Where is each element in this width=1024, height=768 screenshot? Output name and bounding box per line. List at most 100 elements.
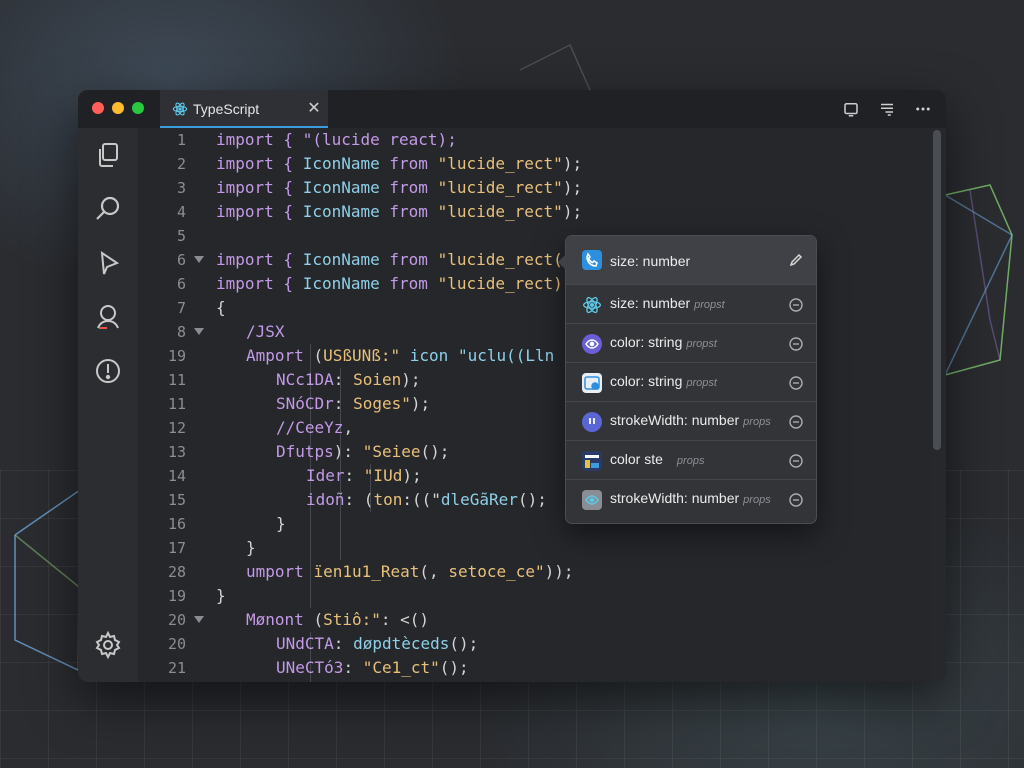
code-token: UNdCTA [276, 634, 334, 653]
code-text: UNdCTA: døpdtèceds(); [276, 632, 478, 656]
code-token: umport [246, 562, 314, 581]
editor-scrollbar[interactable] [933, 130, 941, 450]
code-token: Stiô:" [323, 610, 381, 629]
autocomplete-item[interactable]: color ste props [566, 440, 816, 479]
minimize-window-button[interactable] [112, 102, 124, 114]
code-token: ( [313, 346, 324, 365]
code-token: Mønont [246, 610, 314, 629]
files-icon[interactable] [93, 140, 123, 170]
code-line[interactable]: 19} [138, 584, 930, 608]
code-line[interactable]: 1 import { "(lucide react); [138, 128, 930, 152]
code-token: "Seiee [362, 442, 421, 461]
close-window-button[interactable] [92, 102, 104, 114]
fold-chevron-icon[interactable] [194, 616, 204, 623]
line-number: 20 [167, 635, 186, 653]
accounts-icon[interactable] [93, 302, 123, 332]
code-token: )); [544, 562, 574, 581]
line-number: 3 [176, 179, 186, 197]
code-text: /JSX [246, 320, 285, 344]
minus-circle-icon[interactable] [788, 453, 804, 469]
code-text: Dfutps): "Seiee(); [276, 440, 449, 464]
code-token: from [389, 154, 438, 173]
more-icon[interactable] [914, 100, 932, 118]
search-icon[interactable] [93, 194, 123, 224]
autocomplete-item[interactable]: strokeWidth: number props [566, 479, 816, 518]
line-number: 13 [167, 443, 186, 461]
line-number: 14 [167, 467, 186, 485]
code-text: SNóCDr: Soges"); [276, 392, 430, 416]
minus-circle-icon[interactable] [788, 297, 804, 313]
code-token: IconName [302, 274, 390, 293]
layout-icon[interactable] [878, 100, 896, 118]
settings-icon[interactable] [93, 630, 123, 660]
line-number: 1 [176, 131, 186, 149]
code-token: IconName [302, 250, 390, 269]
code-line[interactable]: 20 UNdCTA: døpdtèceds(); [138, 632, 930, 656]
line-number: 6 [176, 275, 186, 293]
code-token: ); [401, 370, 421, 389]
title-bar: TypeScript ✕ [78, 90, 946, 128]
code-token: IconName [302, 154, 390, 173]
line-number: 11 [167, 395, 186, 413]
code-line[interactable]: 20 Mønont (Stiô:": <() [138, 608, 930, 632]
run-debug-icon[interactable] [93, 248, 123, 278]
code-token: dleGãRer [440, 490, 518, 509]
line-number: 28 [167, 563, 186, 581]
minus-circle-icon[interactable] [788, 492, 804, 508]
code-line[interactable]: 2 import { IconName from "lucide_rect"); [138, 152, 930, 176]
code-text: } [276, 512, 286, 536]
minus-circle-icon[interactable] [788, 414, 804, 430]
phone-icon [582, 250, 602, 270]
code-token: /JSX [246, 322, 285, 341]
code-token: { [216, 298, 226, 317]
autocomplete-item[interactable]: color: string propst [566, 362, 816, 401]
autocomplete-item[interactable]: color: string propst [566, 323, 816, 362]
code-line[interactable]: 28 umport ïen1u1_Reat(, setoce_ce")); [138, 560, 930, 584]
code-text: import { IconName from "lucide_rect) [216, 272, 563, 296]
code-token: import { [216, 154, 303, 173]
line-number: 20 [167, 611, 186, 629]
maximize-window-button[interactable] [132, 102, 144, 114]
react-atom-icon [172, 102, 188, 116]
minus-circle-icon[interactable] [788, 336, 804, 352]
code-token: (); [449, 634, 479, 653]
autocomplete-header[interactable]: size: number [566, 236, 816, 284]
code-line[interactable]: 17} [138, 536, 930, 560]
code-line[interactable]: 21 UNeCTó3: "Ce1_ct"(); [138, 656, 930, 680]
line-number: 11 [167, 371, 186, 389]
code-token: } [276, 514, 286, 533]
code-text: import { "(lucide react); [216, 128, 457, 152]
close-icon[interactable]: ✕ [304, 98, 324, 118]
problems-icon[interactable] [93, 356, 123, 386]
code-text: //CeeYz, [276, 416, 353, 440]
code-token: import { [216, 202, 303, 221]
split-view-icon[interactable] [842, 100, 860, 118]
code-token: from [389, 274, 438, 293]
code-token: døpdtèceds [353, 634, 450, 653]
item-hint: props [743, 416, 771, 428]
autocomplete-item[interactable]: strokeWidth: number props [566, 401, 816, 440]
autocomplete-item[interactable]: size: number propst [566, 284, 816, 323]
pencil-icon[interactable] [788, 252, 804, 268]
item-hint: props [743, 494, 771, 506]
minus-circle-icon[interactable] [788, 375, 804, 391]
code-token: "lucide_rect) [437, 274, 563, 293]
code-line[interactable]: 4 import { IconName from "lucide_rect"); [138, 200, 930, 224]
tab-typescript[interactable]: TypeScript ✕ [160, 90, 328, 128]
code-token: ); [562, 154, 583, 173]
fold-chevron-icon[interactable] [194, 256, 204, 263]
code-line[interactable]: 3 import { IconName from "lucide_rect"); [138, 176, 930, 200]
code-token: import { "(lucide react); [216, 130, 457, 149]
code-token: } [216, 586, 226, 605]
code-text: { [216, 296, 226, 320]
code-token: "IUd [363, 466, 403, 485]
code-token: UNeCTó3 [276, 658, 344, 677]
item-label: color: string [610, 373, 683, 389]
code-text: Mønont (Stiô:": <() [246, 608, 429, 632]
code-text: NCc1DA: Soien); [276, 368, 421, 392]
code-token: ); [402, 466, 422, 485]
code-token: (); [420, 442, 450, 461]
code-token: //CeeYz [276, 418, 344, 437]
fold-chevron-icon[interactable] [194, 328, 204, 335]
code-token: (); [517, 490, 547, 509]
